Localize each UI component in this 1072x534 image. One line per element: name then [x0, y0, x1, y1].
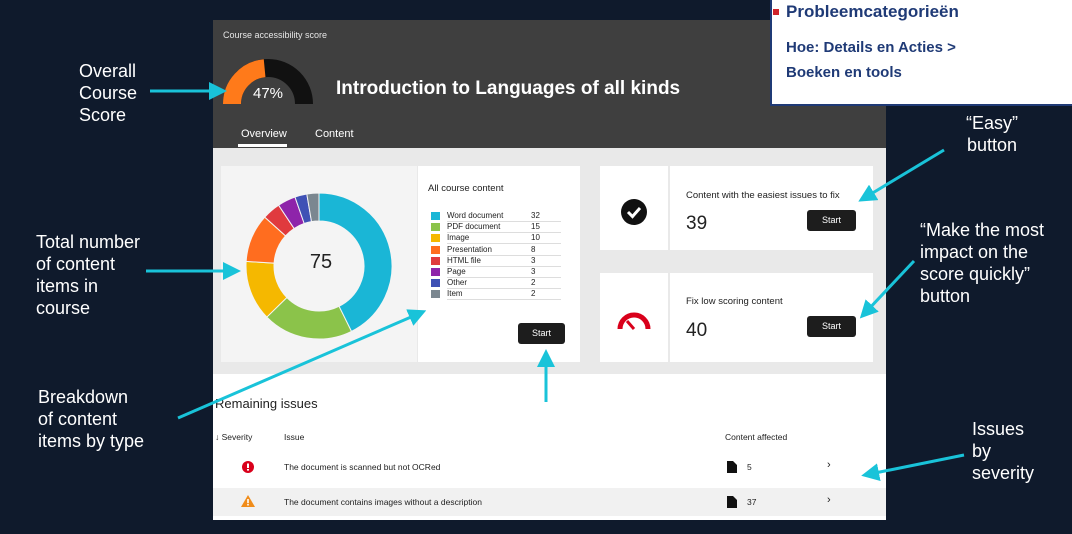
popup-heading-text: Probleemcategorieën [786, 2, 959, 21]
arrow-easy-button [858, 148, 945, 202]
arrow-issues-severity [861, 453, 965, 482]
bullet-icon [773, 9, 779, 15]
category-popup: Probleemcategorieën Hoe: Details en Acti… [770, 0, 1072, 106]
arrow-impact-button [859, 259, 916, 319]
popup-line: Boeken en tools [786, 64, 902, 81]
popup-line: Hoe: Details en Acties > [786, 39, 956, 56]
arrow-breakdown [177, 309, 427, 420]
popup-heading: Probleemcategorieën [773, 2, 959, 22]
